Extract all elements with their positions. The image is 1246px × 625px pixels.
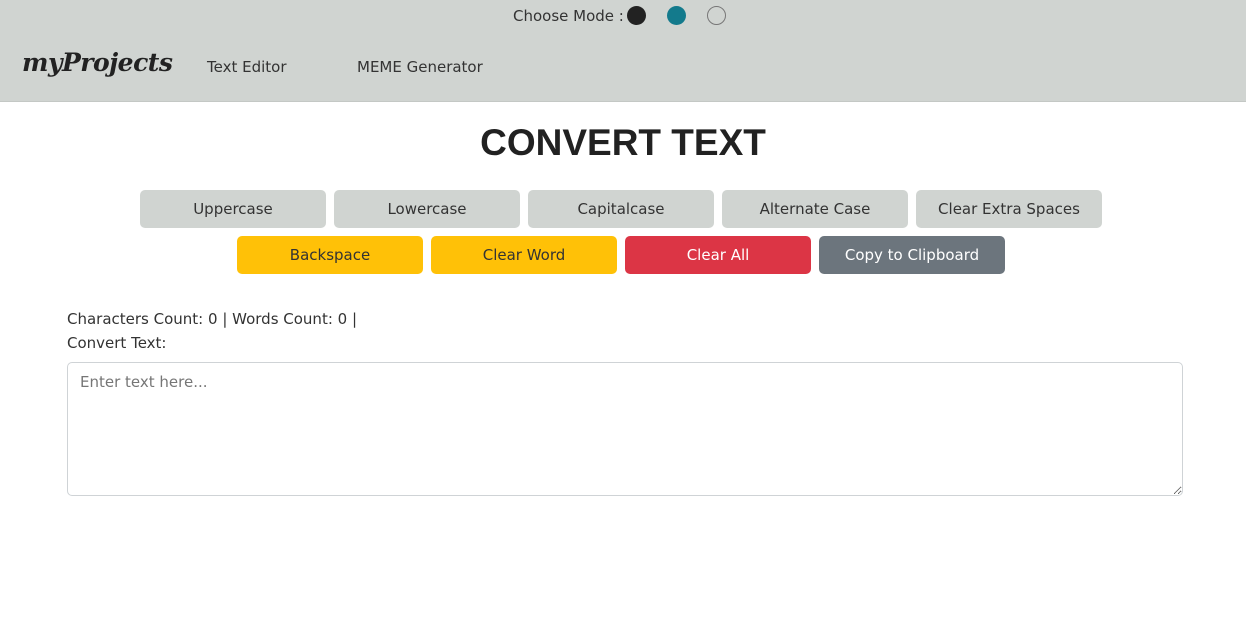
- clear-all-button[interactable]: Clear All: [625, 236, 811, 274]
- brand-logo[interactable]: myProjects: [22, 48, 173, 77]
- clear-word-button[interactable]: Clear Word: [431, 236, 617, 274]
- nav-link-text-editor[interactable]: Text Editor: [207, 58, 287, 76]
- convert-text-label: Convert Text:: [67, 334, 167, 352]
- capitalcase-button[interactable]: Capitalcase: [528, 190, 714, 228]
- copy-to-clipboard-button[interactable]: Copy to Clipboard: [819, 236, 1005, 274]
- mode-label: Choose Mode :: [513, 7, 624, 25]
- text-input-area[interactable]: [67, 362, 1183, 496]
- light-mode-dot[interactable]: [707, 6, 726, 25]
- nav-link-meme-generator[interactable]: MEME Generator: [357, 58, 483, 76]
- character-word-counts: Characters Count: 0 | Words Count: 0 |: [67, 310, 358, 328]
- alternate-case-button[interactable]: Alternate Case: [722, 190, 908, 228]
- teal-mode-dot[interactable]: [667, 6, 686, 25]
- mode-selector: Choose Mode :: [0, 5, 1246, 27]
- clear-extra-spaces-button[interactable]: Clear Extra Spaces: [916, 190, 1102, 228]
- backspace-button[interactable]: Backspace: [237, 236, 423, 274]
- navbar: Choose Mode : myProjects Text Editor MEM…: [0, 0, 1246, 102]
- uppercase-button[interactable]: Uppercase: [140, 190, 326, 228]
- lowercase-button[interactable]: Lowercase: [334, 190, 520, 228]
- dark-mode-dot[interactable]: [627, 6, 646, 25]
- page-title: CONVERT TEXT: [480, 122, 766, 163]
